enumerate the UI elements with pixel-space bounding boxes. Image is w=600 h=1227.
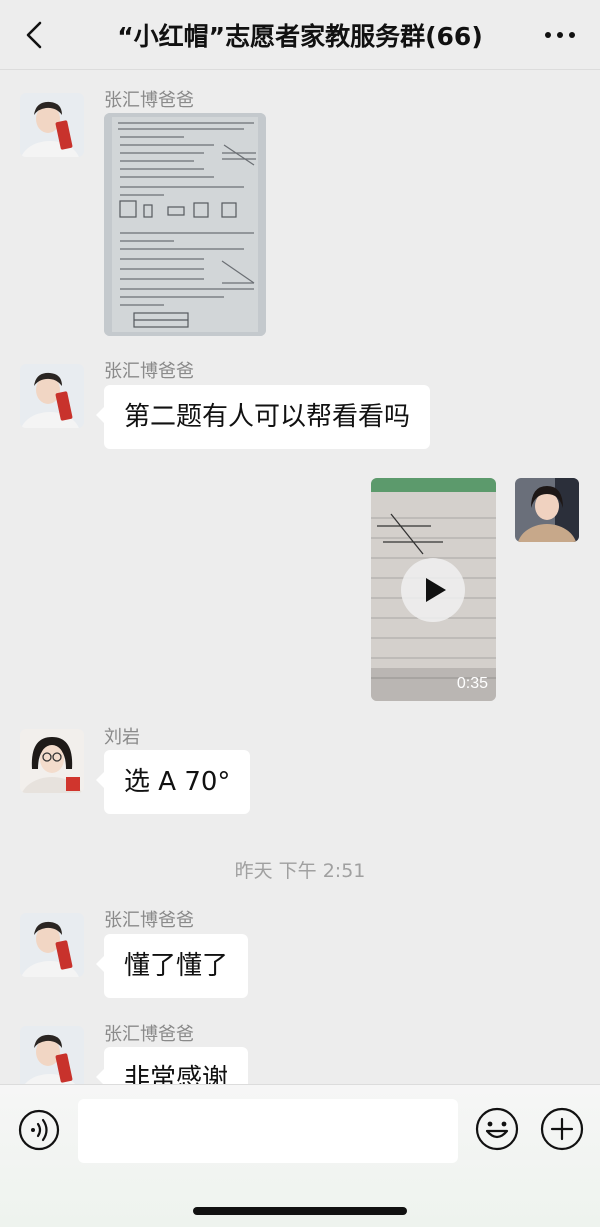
home-indicator — [193, 1207, 407, 1215]
avatar[interactable] — [20, 729, 84, 793]
chat-area[interactable]: 张汇博爸爸 张汇博爸爸 第二题有人可以帮看看吗 0:35 刘岩 选 A 70° … — [0, 71, 600, 1084]
chevron-left-icon[interactable] — [18, 18, 52, 52]
message-bubble[interactable]: 懂了懂了 — [95, 934, 249, 998]
chat-title: “小红帽”志愿者家教服务群(66) — [117, 22, 483, 51]
nav-bar: “小红帽”志愿者家教服务群(66) — [0, 0, 600, 70]
image-message[interactable] — [104, 113, 266, 336]
sender-name: 张汇博爸爸 — [104, 90, 194, 111]
message-bubble[interactable]: 选 A 70° — [95, 750, 251, 814]
plus-icon[interactable] — [540, 1107, 584, 1151]
avatar[interactable] — [20, 1026, 84, 1084]
sender-name: 刘岩 — [104, 727, 140, 748]
avatar[interactable] — [20, 913, 84, 977]
timestamp: 昨天 下午 2:51 — [234, 860, 366, 882]
emoji-icon[interactable] — [475, 1107, 519, 1151]
message-bubble[interactable]: 第二题有人可以帮看看吗 — [95, 385, 431, 449]
more-dots-icon[interactable] — [542, 22, 578, 48]
self-avatar[interactable] — [515, 478, 579, 542]
message-bubble[interactable]: 非常感谢 — [95, 1047, 249, 1084]
video-message[interactable]: 0:35 — [371, 478, 496, 701]
avatar[interactable] — [20, 364, 84, 428]
message-input[interactable] — [78, 1099, 458, 1163]
play-icon[interactable] — [401, 558, 465, 622]
video-duration: 0:35 — [456, 675, 488, 692]
voice-icon[interactable] — [18, 1109, 60, 1151]
sender-name: 张汇博爸爸 — [104, 910, 194, 931]
input-bar — [0, 1084, 600, 1227]
avatar[interactable] — [20, 93, 84, 157]
sender-name: 张汇博爸爸 — [104, 1024, 194, 1045]
sender-name: 张汇博爸爸 — [104, 361, 194, 382]
